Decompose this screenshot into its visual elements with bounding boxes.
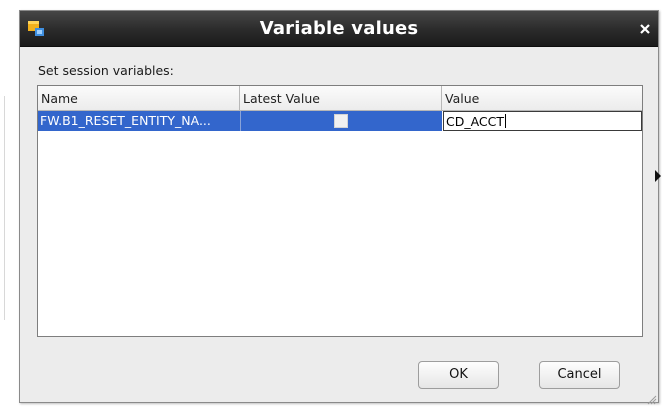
value-input[interactable] — [443, 111, 642, 131]
dialog-title: Variable values — [259, 18, 419, 39]
cell-name[interactable]: FW.B1_RESET_ENTITY_NA... — [38, 111, 240, 131]
column-header-latest-value[interactable]: Latest Value — [240, 86, 442, 111]
column-header-name[interactable]: Name — [38, 86, 240, 111]
section-label: Set session variables: — [38, 63, 174, 78]
column-header-value[interactable]: Value — [442, 86, 642, 111]
background-divider — [4, 96, 5, 320]
ok-button[interactable]: OK — [418, 361, 499, 389]
text-caret — [505, 114, 506, 128]
latest-value-checkbox[interactable] — [334, 114, 348, 128]
mouse-pointer-icon — [655, 168, 662, 188]
table-row[interactable]: FW.B1_RESET_ENTITY_NA... — [38, 111, 642, 131]
screen: Variable values Set session variables: N… — [0, 0, 662, 410]
variables-table[interactable]: Name Latest Value Value FW.B1_RESET_ENTI… — [37, 85, 643, 337]
close-icon[interactable] — [636, 20, 654, 38]
cell-value[interactable] — [442, 111, 642, 131]
resize-grip-icon[interactable] — [646, 390, 657, 405]
cell-latest-value[interactable] — [240, 111, 442, 131]
table-header: Name Latest Value Value — [38, 86, 642, 111]
variable-values-dialog: Variable values Set session variables: N… — [19, 10, 659, 405]
title-bar[interactable]: Variable values — [20, 11, 658, 47]
cancel-button[interactable]: Cancel — [539, 361, 620, 389]
